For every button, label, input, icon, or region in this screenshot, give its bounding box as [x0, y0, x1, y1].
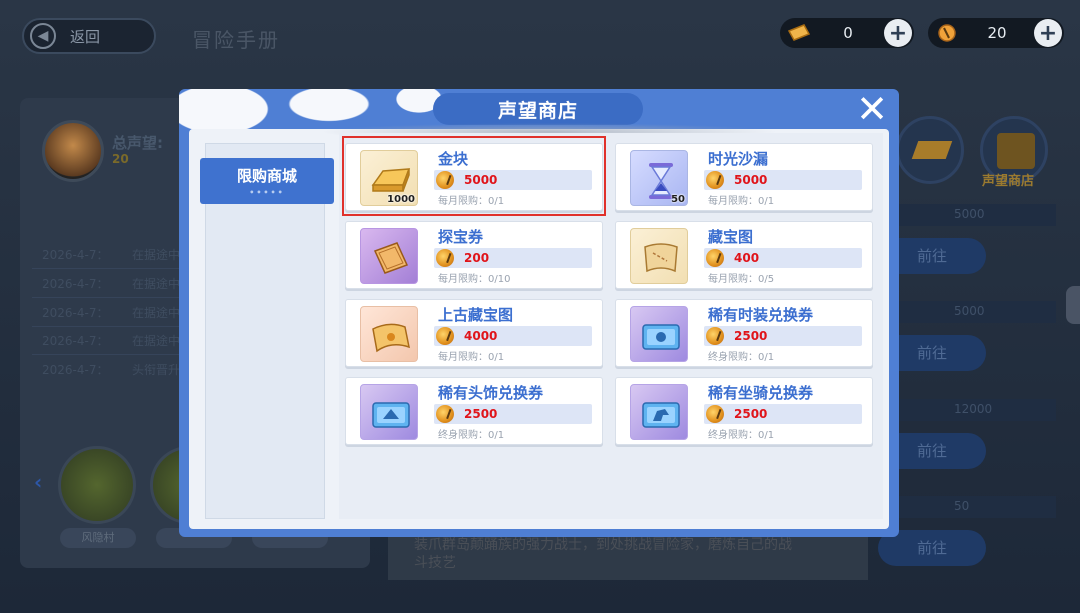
shop-item-treasure-ticket[interactable]: 探宝券 200 每月限购：0/10 — [345, 221, 603, 289]
page-title: 冒险手册 — [192, 28, 280, 52]
price-bar: 2500 — [704, 326, 862, 346]
item-price: 200 — [464, 251, 490, 265]
item-name: 稀有时装兑换券 — [708, 306, 814, 324]
item-price: 2500 — [734, 407, 768, 421]
item-name: 藏宝图 — [708, 228, 754, 246]
purchase-limit: 每月限购：0/10 — [438, 274, 511, 285]
total-reputation-value: 20 — [112, 152, 129, 166]
item-price: 4000 — [464, 329, 498, 343]
item-quantity: 50 — [671, 194, 685, 205]
costume-voucher-icon — [642, 324, 680, 350]
item-quantity: 1000 — [387, 194, 415, 205]
shop-item-gold-bar[interactable]: 1000 金块 5000 每月限购：0/1 — [345, 143, 603, 211]
item-grid: 1000 金块 5000 每月限购：0/1 50 时光沙漏 5000 每月限购：… — [339, 133, 883, 519]
reputation-coin-icon — [706, 405, 724, 423]
item-name: 探宝券 — [438, 228, 484, 246]
price-bar: 400 — [704, 248, 862, 268]
item-price: 400 — [734, 251, 760, 265]
reputation-coin-icon — [938, 24, 956, 42]
reputation-coin-icon — [436, 405, 454, 423]
price-bar: 2500 — [704, 404, 862, 424]
item-price: 2500 — [734, 329, 768, 343]
reputation-shop-label: 声望商店 — [982, 174, 1035, 189]
log-entry: 2026-4-7： 头衔晋升 — [42, 363, 181, 377]
shop-item-ancient-treasure-map[interactable]: 上古藏宝图 4000 每月限购：0/1 — [345, 299, 603, 367]
reputation-shop-dialog: 声望商店 ✕ 限购商城 ••••• 1000 金块 5000 每月限购：0/1 … — [179, 89, 899, 537]
gold-ticket-icon — [787, 24, 811, 41]
purchase-limit: 每月限购：0/1 — [438, 196, 505, 207]
reputation-coin-icon — [436, 249, 454, 267]
dialog-title-bar: 声望商店 — [433, 93, 643, 125]
purchase-limit: 终身限购：0/1 — [438, 430, 505, 441]
purchase-limit: 终身限购：0/1 — [708, 430, 775, 441]
reputation-coin-icon — [706, 327, 724, 345]
mount-voucher-icon — [642, 402, 680, 428]
back-label: 返回 — [70, 27, 101, 46]
price-bar: 5000 — [704, 170, 862, 190]
reputation-coin-icon — [436, 171, 454, 189]
item-price: 5000 — [464, 173, 498, 187]
log-entry: 2026-4-7： 在据途中 — [42, 277, 181, 291]
map-village-icon[interactable] — [58, 446, 136, 524]
item-name: 稀有头饰兑换券 — [438, 384, 544, 402]
tab-label: 限购商城 — [236, 167, 297, 185]
shop-item-mount-voucher[interactable]: 稀有坐骑兑换券 2500 终身限购：0/1 — [615, 377, 873, 445]
reputation-coin-icon — [706, 249, 724, 267]
item-name: 时光沙漏 — [708, 150, 769, 168]
currency-gold-ticket: 0 + — [780, 18, 914, 48]
shop-item-headwear-voucher[interactable]: 稀有头饰兑换券 2500 终身限购：0/1 — [345, 377, 603, 445]
map-label: 风隐村 — [60, 528, 136, 548]
side-handle[interactable] — [1066, 286, 1080, 324]
log-entry: 2026-4-7： 在据途中 — [42, 248, 181, 262]
item-name: 上古藏宝图 — [438, 306, 514, 324]
reputation-coin-icon — [706, 171, 724, 189]
shop-item-treasure-map[interactable]: 藏宝图 400 每月限购：0/5 — [615, 221, 873, 289]
purchase-limit: 每月限购：0/1 — [438, 352, 505, 363]
price-bar: 2500 — [434, 404, 592, 424]
purchase-limit: 终身限购：0/1 — [708, 352, 775, 363]
shop-item-hourglass[interactable]: 50 时光沙漏 5000 每月限购：0/1 — [615, 143, 873, 211]
price-bar: 200 — [434, 248, 592, 268]
treasure-map-icon — [644, 243, 678, 273]
item-price: 2500 — [464, 407, 498, 421]
total-reputation-label: 总声望: — [112, 134, 163, 152]
log-entry: 2026-4-7： 在据途中 — [42, 334, 181, 348]
tab-list: 限购商城 ••••• — [200, 143, 334, 519]
gold-bar-tab-icon[interactable] — [896, 116, 964, 184]
item-name: 稀有坐骑兑换券 — [708, 384, 814, 402]
description-text: 装爪群岛颠踊族的强力战士，到处挑战冒险家，磨炼自己的战斗技艺 — [414, 537, 792, 571]
currency-reputation: 20 + — [928, 18, 1064, 48]
headwear-voucher-icon — [372, 402, 410, 428]
avatar — [42, 120, 104, 182]
dialog-title: 声望商店 — [497, 99, 578, 122]
add-reputation-button[interactable]: + — [1034, 19, 1062, 47]
price-bar: 4000 — [434, 326, 592, 346]
reputation-count: 20 — [987, 24, 1007, 42]
item-price: 5000 — [734, 173, 768, 187]
scroll-left-icon[interactable]: ‹ — [34, 470, 42, 494]
reputation-coin-icon — [436, 327, 454, 345]
price-bar: 5000 — [434, 170, 592, 190]
purchase-limit: 每月限购：0/5 — [708, 274, 775, 285]
gold-ticket-count: 0 — [843, 24, 853, 42]
ancient-treasure-map-icon — [372, 323, 410, 353]
treasure-ticket-icon — [373, 242, 409, 274]
dialog-body: 限购商城 ••••• 1000 金块 5000 每月限购：0/1 50 时光沙漏… — [189, 123, 889, 529]
back-arrow-icon: ◀ — [30, 23, 56, 49]
back-button[interactable]: ◀ 返回 — [22, 18, 156, 54]
log-entry: 2026-4-7： 在据途中 — [42, 306, 181, 320]
close-icon[interactable]: ✕ — [855, 90, 889, 128]
item-name: 金块 — [438, 150, 469, 168]
add-gold-ticket-button[interactable]: + — [884, 19, 912, 47]
shop-item-costume-voucher[interactable]: 稀有时装兑换券 2500 终身限购：0/1 — [615, 299, 873, 367]
tab-limited-shop[interactable]: 限购商城 ••••• — [200, 158, 334, 204]
purchase-limit: 每月限购：0/1 — [708, 196, 775, 207]
